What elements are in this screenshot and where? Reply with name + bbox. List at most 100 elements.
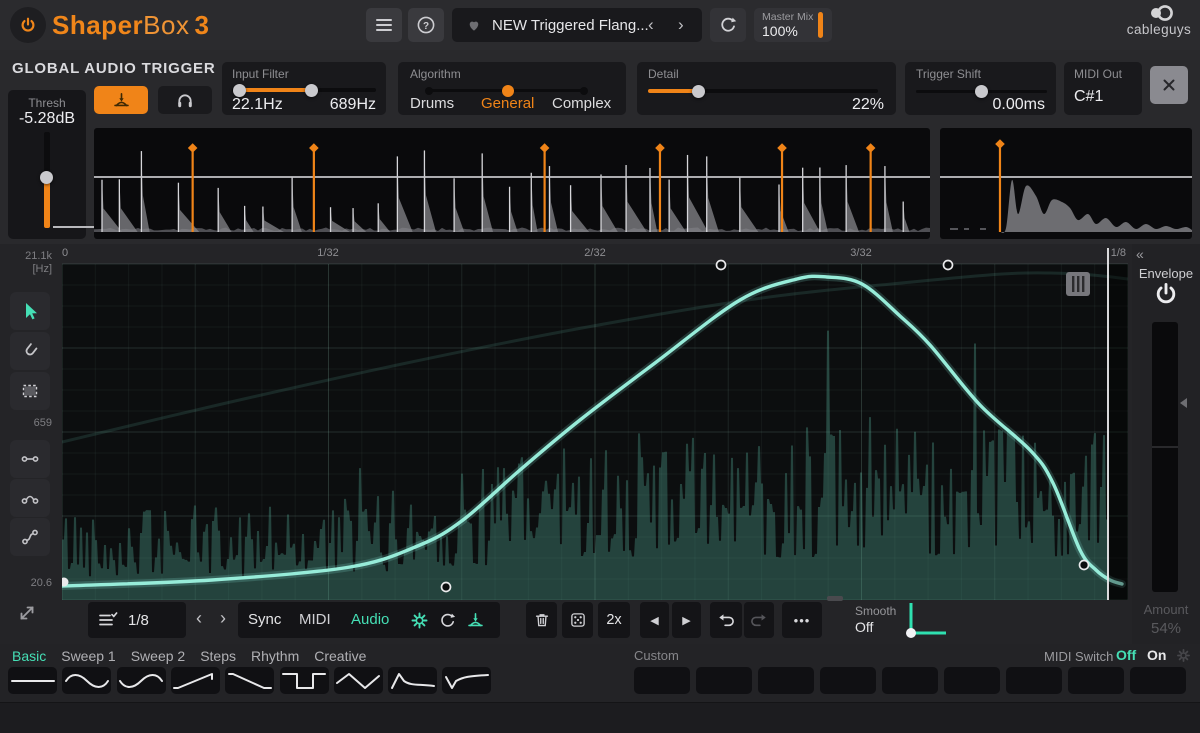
cursor-tool-button[interactable] <box>10 292 50 330</box>
thresh-slider-fill <box>44 177 50 228</box>
shape-decay-button[interactable] <box>388 667 437 694</box>
shape-ramp-down-icon <box>226 669 274 693</box>
freq-unit-label: [Hz] <box>2 263 52 275</box>
delete-wave-button[interactable] <box>526 602 557 638</box>
trigger-waveform-display[interactable] <box>94 128 930 239</box>
line-tool-button[interactable] <box>10 440 50 478</box>
shape-sine-button[interactable] <box>62 667 111 694</box>
algorithm-option-general[interactable]: General <box>481 95 534 112</box>
double-wave-button[interactable]: 2x <box>598 602 630 638</box>
redo-button[interactable] <box>744 602 774 638</box>
envelope-power-button[interactable] <box>1153 281 1179 307</box>
trash-icon <box>533 611 551 629</box>
algorithm-dot-complex[interactable] <box>580 87 588 95</box>
toolbar-drag-handle[interactable] <box>827 596 843 601</box>
master-mix-slider[interactable] <box>818 12 823 38</box>
favorite-heart-icon[interactable] <box>466 17 482 33</box>
custom-slot-9[interactable] <box>1130 667 1186 694</box>
trigger-zoom-display[interactable] <box>940 128 1192 239</box>
algorithm-dot-drums[interactable] <box>425 87 433 95</box>
preset-next-button[interactable]: › <box>678 16 684 33</box>
shape-ramp-up-button[interactable] <box>171 667 220 694</box>
audio-trigger-toggle-button[interactable] <box>94 86 148 114</box>
tab-basic[interactable]: Basic <box>12 648 46 664</box>
curve-tool-button[interactable] <box>10 479 50 517</box>
marquee-select-tool-button[interactable] <box>10 372 50 410</box>
smooth-slider[interactable] <box>898 600 950 640</box>
snap-tool-button[interactable] <box>10 332 50 370</box>
midi-out-panel[interactable]: MIDI Out C#1 <box>1064 62 1142 115</box>
custom-slot-5[interactable] <box>882 667 938 694</box>
shift-wave-left-button[interactable]: ◀ <box>640 602 669 638</box>
shape-flat-button[interactable] <box>8 667 57 694</box>
preset-category-tabs: Basic Sweep 1 Sweep 2 Steps Rhythm Creative <box>12 648 366 664</box>
algorithm-option-drums[interactable]: Drums <box>410 95 454 112</box>
help-button[interactable]: ? <box>408 8 444 42</box>
collapse-sidebar-button[interactable]: « <box>1136 246 1143 262</box>
rate-prev-button[interactable]: ‹ <box>196 609 202 627</box>
amount-fill-boundary <box>1152 446 1178 448</box>
tab-rhythm[interactable]: Rhythm <box>251 648 299 664</box>
custom-slot-7[interactable] <box>1006 667 1062 694</box>
input-filter-low-handle[interactable] <box>233 84 246 97</box>
mode-midi[interactable]: MIDI <box>299 611 331 628</box>
mode-audio[interactable]: Audio <box>351 611 389 628</box>
shape-sine-inverse-button[interactable] <box>117 667 166 694</box>
shift-wave-right-button[interactable]: ▶ <box>672 602 701 638</box>
plugin-power-button[interactable] <box>10 7 46 43</box>
undo-button[interactable] <box>710 602 742 638</box>
envelope-grid-canvas[interactable] <box>62 246 1128 600</box>
trigger-settings-icon[interactable] <box>410 611 429 630</box>
threshold-panel: Thresh -5.28dB <box>8 90 86 239</box>
amount-marker-triangle[interactable] <box>1180 398 1187 408</box>
custom-slot-4[interactable] <box>820 667 876 694</box>
custom-slot-1[interactable] <box>634 667 690 694</box>
amount-value: 54% <box>1132 620 1200 637</box>
audio-trigger-mode-icon[interactable] <box>466 611 485 630</box>
shape-dip-button[interactable] <box>442 667 491 694</box>
tab-steps[interactable]: Steps <box>200 648 236 664</box>
custom-slot-6[interactable] <box>944 667 1000 694</box>
preset-bar[interactable]: NEW Triggered Flang... ‹ › <box>452 8 702 42</box>
line-tool-icon <box>20 449 40 469</box>
trigger-shift-handle[interactable] <box>975 85 988 98</box>
midi-switch-off[interactable]: Off <box>1116 647 1136 663</box>
midi-switch-on[interactable]: On <box>1147 647 1166 663</box>
custom-slot-3[interactable] <box>758 667 814 694</box>
detail-handle[interactable] <box>692 85 705 98</box>
magnet-icon <box>20 341 40 361</box>
expand-editor-button[interactable] <box>16 602 38 624</box>
shape-sine-inverse-icon <box>117 669 165 693</box>
trigger-listen-button[interactable] <box>158 86 212 114</box>
tab-sweep-1[interactable]: Sweep 1 <box>61 648 115 664</box>
master-mix-control[interactable]: Master Mix 100% <box>754 8 832 42</box>
s-curve-tool-button[interactable] <box>10 518 50 556</box>
trigger-shift-panel: Trigger Shift 0.00ms <box>905 62 1056 115</box>
tab-creative[interactable]: Creative <box>314 648 366 664</box>
tab-sweep-2[interactable]: Sweep 2 <box>131 648 185 664</box>
custom-slot-2[interactable] <box>696 667 752 694</box>
ab-compare-button[interactable] <box>710 8 746 42</box>
midi-switch-settings-icon[interactable] <box>1176 648 1191 663</box>
shape-square-button[interactable] <box>280 667 329 694</box>
mode-sync[interactable]: Sync <box>248 611 281 628</box>
thresh-slider-handle[interactable] <box>40 171 53 184</box>
amount-slider[interactable] <box>1152 322 1178 592</box>
wave-length-control[interactable]: 1/8 <box>88 602 186 638</box>
input-filter-high-handle[interactable] <box>305 84 318 97</box>
double-label: 2x <box>606 612 621 628</box>
global-audio-trigger-section: GLOBAL AUDIO TRIGGER Thresh -5.28dB Inpu… <box>0 50 1200 244</box>
rate-next-button[interactable]: › <box>220 609 226 627</box>
more-options-button[interactable]: ••• <box>782 602 822 638</box>
shape-triangle-button[interactable] <box>334 667 383 694</box>
algorithm-option-complex[interactable]: Complex <box>552 95 611 112</box>
loop-mode-icon[interactable] <box>438 611 457 630</box>
preset-prev-button[interactable]: ‹ <box>648 16 654 33</box>
smooth-slider-handle[interactable] <box>906 628 916 638</box>
smooth-value[interactable]: Off <box>855 619 873 635</box>
custom-slot-8[interactable] <box>1068 667 1124 694</box>
shape-ramp-down-button[interactable] <box>225 667 274 694</box>
close-trigger-section-button[interactable] <box>1150 66 1188 104</box>
randomize-button[interactable] <box>562 602 593 638</box>
main-menu-button[interactable] <box>366 8 402 42</box>
